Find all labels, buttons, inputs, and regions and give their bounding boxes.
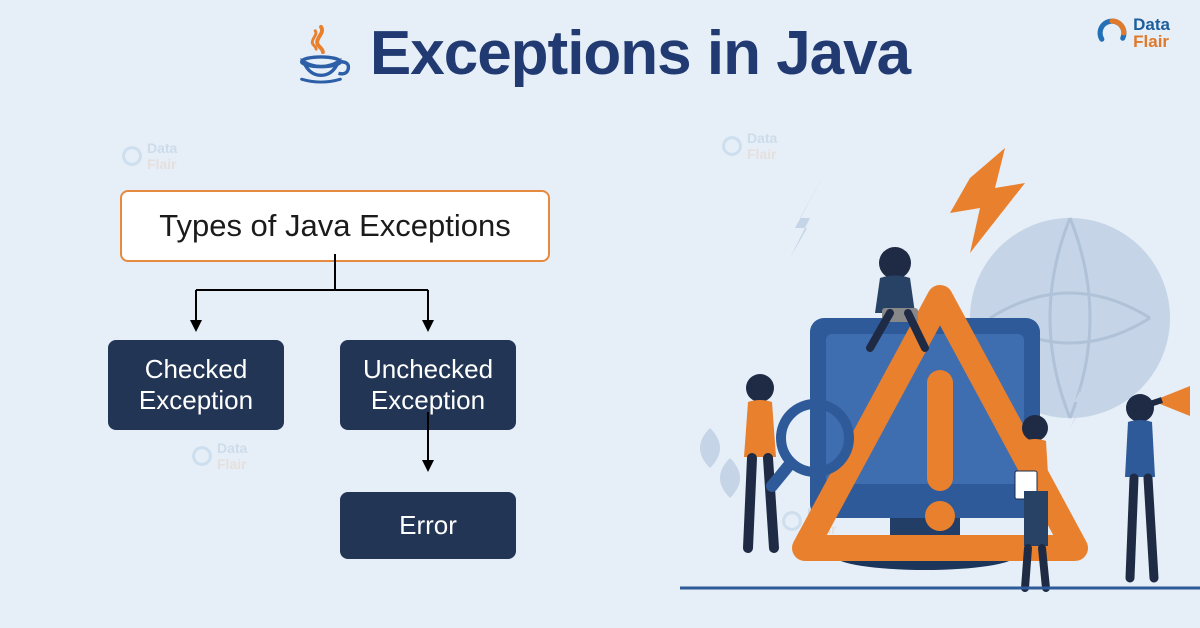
child-label: Exception xyxy=(139,385,253,415)
child-label: Exception xyxy=(371,385,485,415)
java-icon xyxy=(290,23,352,85)
logo-text-bottom: Flair xyxy=(1133,33,1170,50)
diagram-child-checked: Checked Exception xyxy=(108,340,284,430)
logo-mark-icon xyxy=(1095,16,1129,50)
brand-logo: Data Flair xyxy=(1095,16,1170,50)
page-title: Exceptions in Java xyxy=(370,18,910,89)
header: Exceptions in Java xyxy=(0,0,1200,89)
diagram-child-unchecked: Unchecked Exception xyxy=(340,340,516,430)
diagram-root-box: Types of Java Exceptions xyxy=(120,190,550,262)
diagram-leaf-error: Error xyxy=(340,492,516,559)
watermark: DataFlair xyxy=(120,140,177,172)
diagram-children-row: Checked Exception Unchecked Exception xyxy=(108,340,600,430)
child-label: Unchecked xyxy=(363,354,493,384)
logo-text-top: Data xyxy=(1133,16,1170,33)
child-label: Checked xyxy=(145,354,248,384)
warning-illustration xyxy=(640,148,1200,628)
exception-type-diagram: Types of Java Exceptions Checked Excepti… xyxy=(80,190,600,559)
